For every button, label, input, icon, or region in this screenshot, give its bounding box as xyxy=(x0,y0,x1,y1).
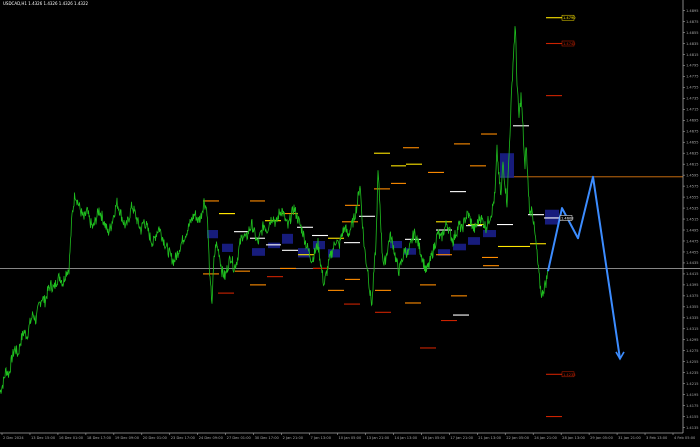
zone-12 xyxy=(468,237,480,245)
y-tick-label: 1.4475 xyxy=(686,239,699,243)
y-tick-label: 1.4355 xyxy=(686,305,699,309)
y-tick-label: 1.4815 xyxy=(686,53,699,57)
y-tick-label: 1.4455 xyxy=(686,250,699,254)
y-tick-label: 1.4715 xyxy=(686,108,699,112)
y-tick-label: 1.4635 xyxy=(686,152,699,156)
symbol-header: USDCAD,H1 1.4326 1.4326 1.4326 1.4322 xyxy=(3,1,89,6)
x-tick-label: 17 Jan 21:00 xyxy=(450,436,473,440)
x-tick-label: 13 Jan 21:00 xyxy=(366,436,389,440)
x-tick-label: 24 Jan 21:00 xyxy=(534,436,557,440)
y-tick-label: 1.4575 xyxy=(686,184,699,188)
x-tick-label: 16 Jan 05:00 xyxy=(422,436,445,440)
y-tick-label: 1.4215 xyxy=(686,382,699,386)
y-tick-label: 1.4555 xyxy=(686,195,699,199)
x-tick-label: 28 Jan 13:00 xyxy=(562,436,585,440)
zone-13 xyxy=(483,230,496,238)
price-label-1: 1.4742 xyxy=(563,42,576,46)
x-tick-label: 2 Dec 2024 xyxy=(3,436,24,440)
y-tick-label: 1.4135 xyxy=(686,426,699,430)
y-tick-label: 1.4875 xyxy=(686,20,699,24)
x-tick-label: 14 Jan 13:00 xyxy=(394,436,417,440)
price-label-0: 1.4790 xyxy=(563,16,576,20)
zone-7 xyxy=(328,249,340,258)
price-series xyxy=(0,26,549,394)
x-tick-label: 13 Dec 15:00 xyxy=(31,436,56,440)
price-label-3: 1.4233 xyxy=(563,373,576,377)
price-chart[interactable]: 1.4790 1.4742 1.4608 1.4233 1.4895 1.4875 1.4… xyxy=(0,0,700,443)
x-tick-label: 20 Dec 01:00 xyxy=(143,436,168,440)
y-tick-label: 1.4895 xyxy=(686,9,699,13)
y-tick-label: 1.4795 xyxy=(686,64,699,68)
y-tick-label: 1.4675 xyxy=(686,130,699,134)
y-tick-label: 1.4755 xyxy=(686,86,699,90)
y-tick-label: 1.4375 xyxy=(686,294,699,298)
y-tick-label: 1.4735 xyxy=(686,97,699,101)
x-tick-label: 3 Feb 13:00 xyxy=(646,436,668,440)
y-tick-label: 1.4655 xyxy=(686,141,699,145)
y-tick-label: 1.4295 xyxy=(686,338,699,342)
x-tick-label: 21 Jan 13:00 xyxy=(478,436,501,440)
y-tick-label: 1.4155 xyxy=(686,415,699,419)
y-tick-label: 1.4235 xyxy=(686,371,699,375)
x-tick-label: 31 Jan 21:00 xyxy=(618,436,641,440)
y-tick-label: 1.4595 xyxy=(686,173,699,177)
x-tick-label: 10 Jan 05:00 xyxy=(339,436,362,440)
x-tick-label: 19 Dec 09:00 xyxy=(115,436,140,440)
zone-8 xyxy=(390,240,402,249)
zone-11 xyxy=(453,243,466,251)
zone-15 xyxy=(545,209,559,225)
x-tick-label: 18 Dec 17:00 xyxy=(87,436,112,440)
y-tick-label: 1.4775 xyxy=(686,75,699,79)
chart-canvas[interactable]: 1.4790 1.4742 1.4608 1.4233 1.4895 1.4875 1.4… xyxy=(0,0,700,443)
y-tick-label: 1.4615 xyxy=(686,162,699,166)
x-tick-label: 27 Dec 01:00 xyxy=(227,436,252,440)
y-tick-label: 1.4175 xyxy=(686,404,699,408)
zone-2 xyxy=(252,248,265,256)
y-tick-label: 1.4415 xyxy=(686,272,699,276)
y-tick-label: 1.4195 xyxy=(686,393,699,397)
x-tick-label: 30 Dec 17:00 xyxy=(255,436,280,440)
x-tick-label: 22 Jan 05:00 xyxy=(506,436,529,440)
y-tick-label: 1.4535 xyxy=(686,206,699,210)
projection-path xyxy=(547,175,621,360)
y-tick-label: 1.4495 xyxy=(686,228,699,232)
zone-1 xyxy=(222,243,233,252)
y-tick-label: 1.4275 xyxy=(686,349,699,353)
zone-0 xyxy=(207,230,218,239)
y-tick-label: 1.4695 xyxy=(686,119,699,123)
price-label-2: 1.4608 xyxy=(561,216,574,220)
x-tick-label: 4 Feb 05:00 xyxy=(674,436,696,440)
y-tick-label: 1.4395 xyxy=(686,283,699,287)
y-tick-label: 1.4335 xyxy=(686,316,699,320)
y-tick-label: 1.4835 xyxy=(686,42,699,46)
y-tick-label: 1.4515 xyxy=(686,217,699,221)
y-tick-label: 1.4315 xyxy=(686,327,699,331)
zone-4 xyxy=(282,233,293,244)
y-tick-label: 1.4435 xyxy=(686,261,699,265)
x-tick-label: 29 Jan 05:00 xyxy=(590,436,613,440)
x-tick-label: 24 Dec 09:00 xyxy=(199,436,224,440)
x-tick-label: 23 Dec 17:00 xyxy=(171,436,196,440)
x-tick-label: 2 Jan 21:00 xyxy=(283,436,304,440)
y-tick-label: 1.4855 xyxy=(686,31,699,35)
x-tick-label: 16 Dec 01:00 xyxy=(59,436,84,440)
x-tick-label: 7 Jan 13:00 xyxy=(311,436,332,440)
y-tick-label: 1.4255 xyxy=(686,360,699,364)
